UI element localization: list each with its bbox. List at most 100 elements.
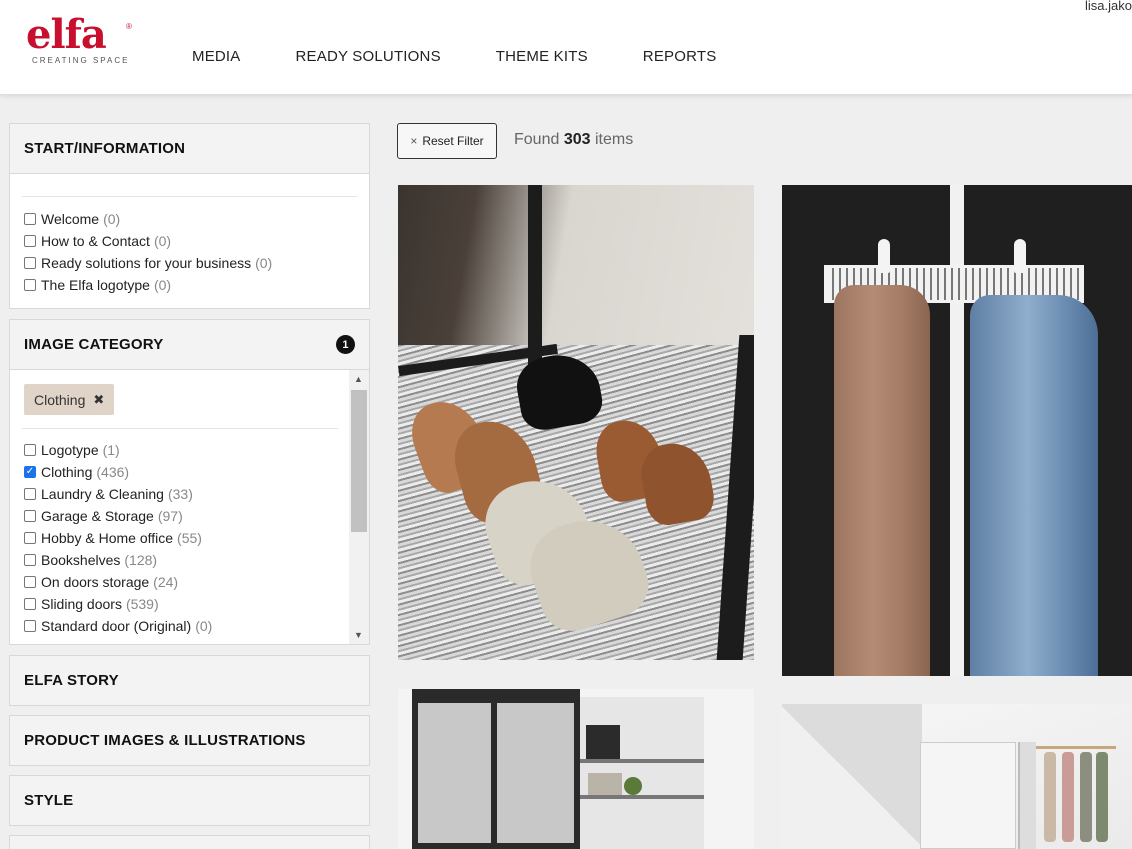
option-label: Welcome — [41, 211, 100, 227]
option-label: Clothing — [41, 464, 93, 480]
checkbox[interactable] — [24, 235, 36, 247]
image-detail — [834, 285, 930, 676]
main-nav: MEDIA READY SOLUTIONS THEME KITS REPORTS — [192, 48, 771, 65]
image-detail — [412, 689, 580, 849]
nav-reports[interactable]: REPORTS — [643, 48, 717, 65]
filter-option[interactable]: Garage & Storage (97) — [10, 505, 350, 527]
reset-filter-label: Reset Filter — [422, 134, 484, 148]
filter-option[interactable]: How to & Contact (0) — [10, 230, 369, 252]
results-count: Found 303 items — [514, 131, 633, 149]
option-count: (539) — [125, 596, 159, 612]
option-label: Ready solutions for your business — [41, 255, 252, 271]
filter-option[interactable]: On doors storage (24) — [10, 571, 350, 593]
option-count: (24) — [153, 574, 179, 590]
nav-ready-solutions[interactable]: READY SOLUTIONS — [296, 48, 441, 65]
scroll-down-icon[interactable]: ▼ — [354, 630, 363, 640]
option-count: (1) — [102, 442, 120, 458]
style-panel[interactable]: STYLE — [9, 775, 370, 826]
filter-option[interactable]: Logotype (1) — [10, 439, 350, 461]
scroll-thumb[interactable] — [351, 390, 367, 532]
image-detail — [1080, 752, 1092, 842]
start-information-body: Welcome (0) How to & Contact (0) Ready s… — [10, 173, 369, 308]
logo-wordmark: elfa — [26, 11, 107, 58]
filter-option[interactable]: Sliding doors (539) — [10, 593, 350, 615]
checkbox[interactable] — [24, 554, 36, 566]
panel-title[interactable]: START/INFORMATION — [10, 124, 369, 173]
image-detail — [1096, 752, 1108, 842]
filter-option[interactable]: Bookshelves (128) — [10, 549, 350, 571]
image-detail — [588, 773, 622, 795]
option-label: Laundry & Cleaning — [41, 486, 164, 502]
image-detail — [1014, 239, 1026, 273]
checkbox[interactable] — [24, 213, 36, 225]
result-image-shoes[interactable] — [398, 185, 754, 660]
option-count: (0) — [195, 618, 213, 634]
image-detail — [1018, 742, 1036, 849]
option-label: Garage & Storage — [41, 508, 154, 524]
checkbox[interactable] — [24, 620, 36, 632]
checkbox[interactable] — [24, 598, 36, 610]
active-filter-count-badge: 1 — [336, 335, 355, 354]
option-label: How to & Contact — [41, 233, 150, 249]
checkbox-checked[interactable] — [24, 466, 36, 478]
reset-filter-button[interactable]: × Reset Filter — [397, 123, 497, 159]
category-scrollbar[interactable]: ▲ ▼ — [349, 370, 369, 644]
option-count: (0) — [153, 277, 172, 293]
elfa-story-panel[interactable]: ELFA STORY — [9, 655, 370, 706]
filter-option[interactable]: Hobby & Home office (55) — [10, 527, 350, 549]
option-label: Hobby & Home office — [41, 530, 174, 546]
panel-title-row[interactable]: IMAGE CATEGORY 1 — [10, 320, 369, 369]
filter-option[interactable]: The Elfa logotype (0) — [10, 274, 369, 296]
option-label: Sliding doors — [41, 596, 122, 612]
image-detail — [970, 295, 1098, 676]
scroll-up-icon[interactable]: ▲ — [354, 374, 363, 384]
result-image-hanger[interactable] — [782, 185, 1132, 676]
nav-media[interactable]: MEDIA — [192, 48, 241, 65]
checkbox[interactable] — [24, 279, 36, 291]
option-count: (128) — [124, 552, 158, 568]
logo-tagline: CREATING SPACE — [32, 56, 130, 65]
nav-theme-kits[interactable]: THEME KITS — [496, 48, 588, 65]
checkbox[interactable] — [24, 532, 36, 544]
chip-remove-icon[interactable]: ✖ — [93, 392, 104, 408]
divider — [22, 196, 357, 197]
found-suffix: items — [594, 131, 634, 148]
checkbox[interactable] — [24, 510, 36, 522]
image-detail — [1062, 752, 1074, 842]
image-detail — [528, 185, 542, 365]
image-category-body: Clothing ✖ Logotype (1) Clothing (436) L… — [10, 369, 369, 644]
active-filter-chip[interactable]: Clothing ✖ — [24, 384, 115, 415]
checkbox[interactable] — [24, 444, 36, 456]
found-number: 303 — [563, 131, 591, 148]
divider — [22, 428, 338, 429]
product-images-panel[interactable]: PRODUCT IMAGES & ILLUSTRATIONS — [9, 715, 370, 766]
filter-option[interactable]: Laundry & Cleaning (33) — [10, 483, 350, 505]
filter-option[interactable]: Ready solutions for your business (0) — [10, 252, 369, 274]
image-detail — [624, 777, 642, 795]
option-count: (33) — [167, 486, 193, 502]
user-menu[interactable]: lisa.jako — [1085, 0, 1132, 13]
filter-option[interactable]: Clothing (436) — [10, 461, 350, 483]
result-image-room[interactable] — [782, 704, 1132, 849]
option-count: (0) — [153, 233, 172, 249]
image-category-panel: IMAGE CATEGORY 1 Clothing ✖ Logotype (1)… — [9, 319, 370, 645]
next-panel[interactable] — [9, 835, 370, 849]
image-detail — [580, 795, 704, 799]
start-information-panel: START/INFORMATION Welcome (0) How to & C… — [9, 123, 370, 309]
checkbox[interactable] — [24, 488, 36, 500]
option-count: (0) — [103, 211, 121, 227]
logo-registered-mark: ® — [126, 22, 132, 31]
filter-option[interactable]: Standard door (Original) (0) — [10, 615, 350, 637]
category-options-list: Logotype (1) Clothing (436) Laundry & Cl… — [10, 439, 350, 637]
result-image-wardrobe[interactable] — [398, 689, 754, 849]
close-icon: × — [410, 134, 418, 148]
image-detail — [1036, 746, 1116, 749]
option-count: (97) — [157, 508, 183, 524]
checkbox[interactable] — [24, 257, 36, 269]
option-label: Standard door (Original) — [41, 618, 192, 634]
checkbox[interactable] — [24, 576, 36, 588]
panel-title: IMAGE CATEGORY — [24, 336, 164, 353]
image-detail — [782, 704, 922, 849]
elfa-logo[interactable]: elfa ® CREATING SPACE — [26, 14, 136, 70]
filter-option[interactable]: Welcome (0) — [10, 208, 369, 230]
